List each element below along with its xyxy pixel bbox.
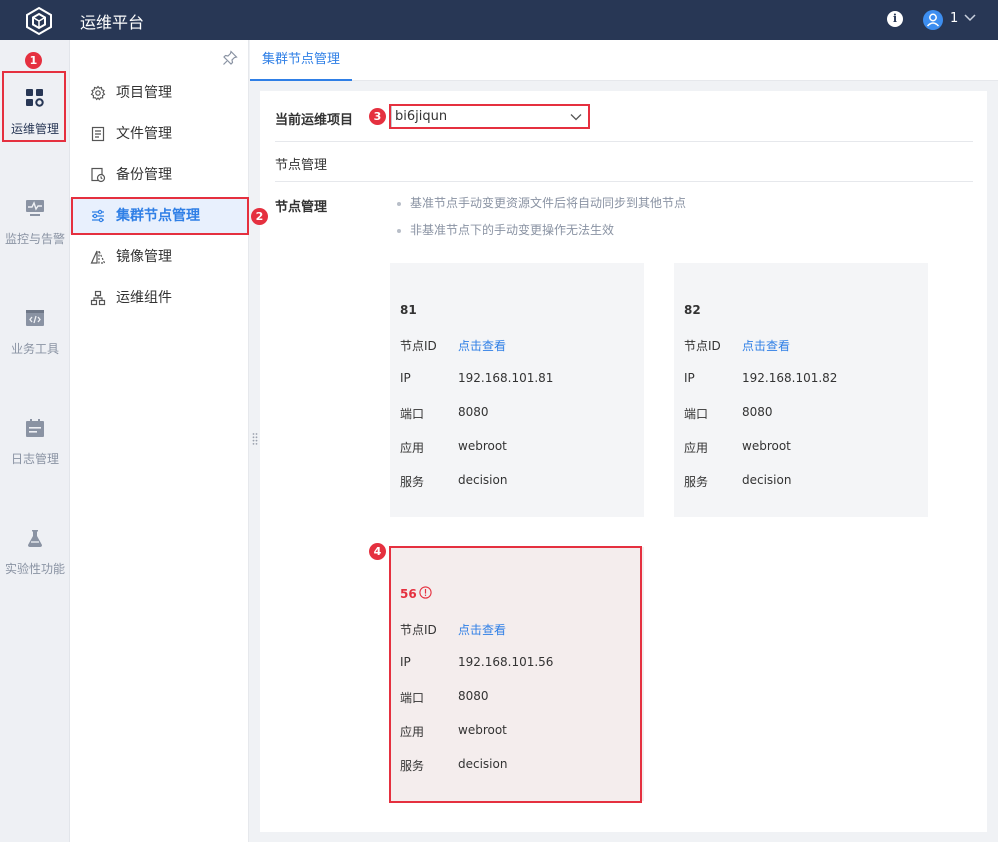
- project-label: 当前运维项目: [275, 113, 354, 128]
- components-icon: [90, 290, 106, 306]
- node-id-title: 82: [684, 303, 701, 317]
- nav-item-files[interactable]: 文件管理: [70, 116, 249, 152]
- tab-cluster-nodes[interactable]: 集群节点管理: [250, 40, 352, 81]
- rail-label: 实验性功能: [4, 562, 65, 576]
- nav-item-backup[interactable]: 备份管理: [70, 157, 249, 193]
- divider: [275, 181, 973, 182]
- pin-icon[interactable]: [222, 50, 238, 66]
- node-app: webroot: [742, 439, 791, 453]
- top-bar: 运维平台 i 1: [0, 0, 998, 40]
- nav-item-label: 运维组件: [116, 290, 172, 306]
- rail-label: 日志管理: [10, 452, 59, 466]
- node-port: 8080: [458, 405, 489, 419]
- node-card: 81 节点ID 点击查看 IP 192.168.101.81 端口 8080 应…: [390, 263, 644, 517]
- highlight-box: [389, 546, 642, 803]
- field-label: 服务: [684, 475, 709, 489]
- flask-icon: [28, 530, 42, 547]
- user-name[interactable]: 1: [950, 11, 958, 26]
- nav-item-projects[interactable]: 项目管理: [70, 75, 249, 111]
- rail-item-monitor[interactable]: 监控与告警: [0, 190, 70, 260]
- node-app: webroot: [458, 439, 507, 453]
- file-icon: [91, 126, 105, 142]
- rail-item-logs[interactable]: 日志管理: [0, 410, 70, 480]
- gear-icon: [90, 85, 106, 101]
- view-node-link[interactable]: 点击查看: [742, 337, 790, 354]
- rail-label: 业务工具: [10, 342, 59, 356]
- field-label: IP: [684, 371, 695, 385]
- calendar-icon: [26, 419, 44, 437]
- nav-item-label: 文件管理: [116, 126, 172, 142]
- field-label: 节点ID: [400, 339, 437, 353]
- rail-item-biz-tools[interactable]: 业务工具: [0, 300, 70, 370]
- user-avatar-icon[interactable]: [923, 10, 943, 30]
- code-window-icon: [26, 310, 44, 326]
- note-item: 基准节点手动变更资源文件后将自动同步到其他节点: [397, 194, 686, 211]
- tab-bar: 集群节点管理: [250, 40, 998, 81]
- nav-item-label: 镜像管理: [116, 249, 172, 265]
- module-rail: 运维管理 监控与告警 业务工具 日志管理 实验性功能: [0, 40, 70, 842]
- rail-item-experimental[interactable]: 实验性功能: [0, 520, 70, 590]
- monitor-icon: [26, 200, 44, 216]
- node-management-label: 节点管理: [275, 200, 328, 215]
- node-service: decision: [458, 473, 508, 487]
- nav-item-components[interactable]: 运维组件: [70, 280, 249, 316]
- highlight-box: [389, 104, 590, 129]
- field-label: 端口: [684, 407, 709, 421]
- highlight-box: [2, 71, 66, 142]
- sub-nav: 项目管理 文件管理 备份管理 集群节点管理 镜像管理 运维组件: [70, 40, 249, 842]
- chevron-down-icon[interactable]: [963, 10, 977, 24]
- note-item: 非基准节点下的手动变更操作无法生效: [397, 221, 614, 238]
- app-title: 运维平台: [80, 13, 145, 32]
- info-icon[interactable]: i: [887, 11, 903, 27]
- field-label: IP: [400, 371, 411, 385]
- node-service: decision: [742, 473, 792, 487]
- node-ip: 192.168.101.81: [458, 371, 554, 385]
- resize-handle-icon[interactable]: [252, 432, 258, 446]
- field-label: 应用: [400, 441, 425, 455]
- node-card: 82 节点ID 点击查看 IP 192.168.101.82 端口 8080 应…: [674, 263, 928, 517]
- node-ip: 192.168.101.82: [742, 371, 838, 385]
- field-label: 应用: [684, 441, 709, 455]
- mirror-icon: [90, 250, 106, 264]
- step-badge: 1: [25, 52, 42, 69]
- step-badge: 4: [369, 543, 386, 560]
- app-logo-icon: [26, 6, 52, 36]
- backup-icon: [91, 167, 106, 183]
- step-badge: 3: [369, 108, 386, 125]
- nav-item-label: 备份管理: [116, 167, 172, 183]
- nav-item-mirror[interactable]: 镜像管理: [70, 239, 249, 275]
- view-node-link[interactable]: 点击查看: [458, 337, 506, 354]
- node-id-title: 81: [400, 303, 417, 317]
- field-label: 端口: [400, 407, 425, 421]
- divider: [275, 141, 973, 142]
- step-badge: 2: [251, 208, 268, 225]
- node-port: 8080: [742, 405, 773, 419]
- field-label: 节点ID: [684, 339, 721, 353]
- rail-label: 监控与告警: [4, 232, 65, 246]
- nav-item-label: 项目管理: [116, 85, 172, 101]
- section-title: 节点管理: [275, 158, 328, 173]
- highlight-box: [71, 197, 249, 235]
- field-label: 服务: [400, 475, 425, 489]
